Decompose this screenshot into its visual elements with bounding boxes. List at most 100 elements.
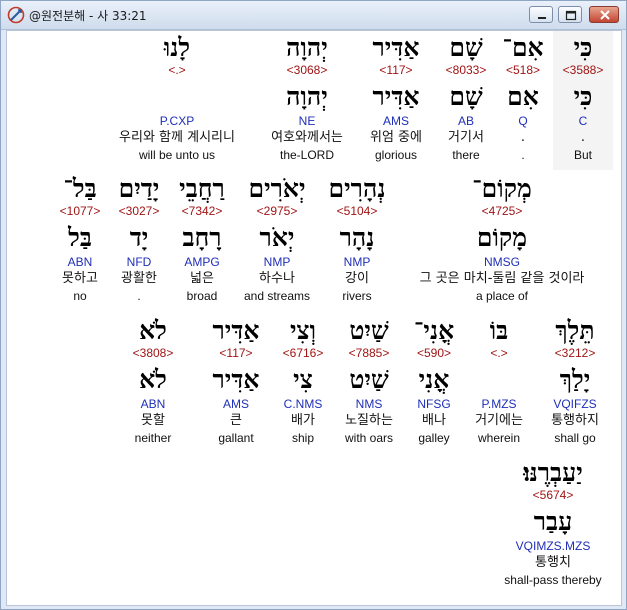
word-column[interactable]: שָׁם <8033> שָׁם AB 거기서 there	[431, 35, 501, 163]
parse-code: P.CXP	[159, 114, 195, 128]
hebrew-word: וְצִי	[289, 316, 317, 345]
english-gloss: neither	[134, 431, 172, 445]
hebrew-word: יַעַבְרֶנּוּ׃	[523, 458, 583, 487]
word-column[interactable]: יַעַבְרֶנּוּ׃ <5674> עָבַר VQIMZS.MZS 통행…	[493, 460, 613, 588]
word-column[interactable]: בּוֹ <.> P.MZS 거기에는 wherein	[465, 318, 533, 446]
strong-number: <2975>	[256, 204, 298, 218]
word-column[interactable]: לָנוּ <.> P.CXP 우리와 함께 계시리니 will be unto…	[97, 35, 257, 163]
word-column[interactable]: נְהָרִים <5104> נָהָר NMP 강이 rivers	[317, 176, 397, 304]
english-gloss: .	[521, 148, 525, 162]
hebrew-word: רַחֲבֵי	[179, 174, 225, 203]
hebrew-word: נְהָרִים	[328, 174, 386, 203]
english-gloss: a place of	[475, 289, 529, 303]
strong-number: <117>	[219, 346, 253, 360]
hebrew-word: בּוֹ	[489, 316, 509, 345]
english-gloss: the-LORD	[279, 148, 335, 162]
word-column[interactable]: תֵּלֶךְ <3212> יָלַךְ VQIFZS 통행하지 shall …	[535, 318, 615, 446]
korean-gloss: 배가	[291, 413, 315, 428]
word-column[interactable]: אֳנִי־ <590> אֳנִי NFSG 배나 galley	[405, 318, 463, 446]
title-bar[interactable]: @원전분해 - 사 33:21	[1, 1, 626, 30]
strong-number: <590>	[416, 346, 452, 360]
hebrew-lemma: צִי	[293, 365, 313, 394]
verse-analysis-panel[interactable]: כִּי <3588> כִּי C . But אִם־ <518> אִם …	[6, 30, 622, 606]
strong-number: <4725>	[481, 204, 523, 218]
parse-code: NMP	[343, 255, 371, 269]
close-icon	[600, 10, 610, 20]
korean-gloss: 통행하지	[551, 413, 599, 428]
korean-gloss: 위엄 중에	[370, 130, 422, 145]
app-window: @원전분해 - 사 33:21 כִּי <3588> כִּי C . But…	[0, 0, 627, 610]
hebrew-word: לָנוּ	[163, 33, 191, 62]
close-button[interactable]	[589, 6, 619, 23]
hebrew-word: לֹא	[139, 316, 167, 345]
hebrew-lemma: בַּל	[68, 223, 92, 252]
word-column[interactable]: רַחֲבֵי <7342> רָחָב AMPG 넓은 broad	[169, 176, 235, 304]
hebrew-lemma: יְאֹר	[259, 223, 295, 252]
word-column[interactable]: כִּי <3588> כִּי C . But	[553, 35, 613, 163]
hebrew-lemma: יְהוָה	[286, 82, 328, 111]
english-gloss: with oars	[344, 431, 394, 445]
parse-code: VQIMZS.MZS	[515, 539, 591, 553]
maximize-button[interactable]	[558, 6, 582, 23]
english-gloss: broad	[186, 289, 218, 303]
strong-number: <.>	[490, 346, 508, 360]
word-column[interactable]: מְקוֹם־ <4725> מָקוֹם NMSG 그 곳은 마치-둘림 같을…	[397, 176, 607, 304]
strong-number: <7885>	[348, 346, 390, 360]
parse-code: ABN	[140, 397, 166, 411]
strong-number: <8033>	[445, 63, 487, 77]
parse-code: AMS	[222, 397, 249, 411]
hebrew-word: מְקוֹם־	[472, 174, 532, 203]
strong-number: <3588>	[562, 63, 604, 77]
hebrew-word: יְהוָה	[286, 33, 328, 62]
english-gloss: shall go	[554, 431, 596, 445]
hebrew-lemma: עָבַר	[533, 507, 573, 536]
hebrew-word: אַדִּיר	[212, 316, 260, 345]
hebrew-lemma: יָלַךְ	[559, 365, 591, 394]
hebrew-lemma: אַדִּיר	[372, 82, 420, 111]
korean-gloss: 큰	[230, 413, 242, 428]
strong-number: <117>	[379, 63, 413, 77]
parse-code: NFD	[126, 255, 152, 269]
korean-gloss: 광활한	[121, 271, 157, 286]
word-column[interactable]: אַדִּיר <117> אַדִּיר AMS 위엄 중에 glorious	[356, 35, 436, 163]
korean-gloss: 하수나	[259, 271, 295, 286]
hebrew-lemma: רָחָב	[182, 223, 222, 252]
minimize-button[interactable]	[529, 6, 553, 23]
word-column[interactable]: שַׁיִט <7885> שַׁיִט NMS 노질하는 with oars	[335, 318, 403, 446]
word-column[interactable]: יָדַיִם <3027> יָד NFD 광활한 .	[109, 176, 169, 304]
english-gloss: .	[137, 289, 141, 303]
parse-code: AMS	[382, 114, 409, 128]
word-column[interactable]: וְצִי <6716> צִי C.NMS 배가 ship	[273, 318, 333, 446]
parse-code: AB	[457, 114, 474, 128]
korean-gloss: 못할	[141, 413, 165, 428]
hebrew-word: בַּל־	[63, 174, 97, 203]
korean-gloss: 배나	[422, 413, 446, 428]
strong-number: <1077>	[59, 204, 101, 218]
word-column[interactable]: בַּל־ <1077> בַּל ABN 못하고 no	[51, 176, 109, 304]
parse-code: NFSG	[417, 397, 451, 411]
strong-number: <3068>	[286, 63, 328, 77]
english-gloss: and streams	[243, 289, 311, 303]
korean-gloss: 못하고	[62, 271, 98, 286]
hebrew-word: יְאֹרִים	[248, 174, 306, 203]
parse-code: VQIFZS	[553, 397, 597, 411]
word-column[interactable]: יְהוָה <3068> יְהוָה NE 여호와께서는 the-LORD	[257, 35, 357, 163]
word-column[interactable]: יְאֹרִים <2975> יְאֹר NMP 하수나 and stream…	[235, 176, 319, 304]
maximize-icon	[565, 10, 577, 21]
english-gloss: rivers	[342, 289, 372, 303]
parse-code: NE	[298, 114, 316, 128]
strong-number: <.>	[168, 63, 186, 77]
parse-code: ABN	[67, 255, 93, 269]
korean-gloss: 넓은	[190, 271, 214, 286]
strong-number: <5104>	[336, 204, 378, 218]
word-column[interactable]: לֹא <3808> לֹא ABN 못할 neither	[123, 318, 183, 446]
parse-code: NMSG	[484, 255, 520, 269]
hebrew-word: אִם־	[502, 33, 544, 62]
word-column[interactable]: אִם־ <518> אִם Q . .	[498, 35, 548, 163]
korean-gloss: 노질하는	[345, 413, 393, 428]
parse-code: Q	[518, 114, 528, 128]
strong-number: <6716>	[282, 346, 324, 360]
word-column[interactable]: אַדִּיר <117> אַדִּיר AMS 큰 gallant	[201, 318, 271, 446]
parse-code: C	[578, 114, 588, 128]
korean-gloss: 우리와 함께 계시리니	[119, 130, 235, 145]
